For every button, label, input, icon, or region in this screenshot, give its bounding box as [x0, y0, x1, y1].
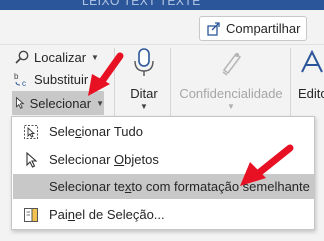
find-label: Localizar: [34, 49, 87, 65]
cursor-icon: [26, 151, 38, 168]
chevron-down-icon: ▼: [227, 102, 235, 111]
chevron-down-icon: ▼: [91, 52, 99, 62]
share-button[interactable]: Compartilhar: [199, 16, 307, 41]
replace-icon: b c: [14, 72, 26, 87]
select-button[interactable]: Selecionar ▼: [12, 91, 104, 115]
menu-item-select-objects[interactable]: Selecionar Objetos: [13, 147, 314, 172]
select-dropdown-menu: Selecionar Tudo Selecionar Objetos Selec…: [11, 116, 315, 230]
microphone-icon: [134, 48, 154, 76]
menu-item-label: Painel de Seleção...: [49, 207, 165, 222]
select-label: Selecionar: [29, 95, 92, 111]
svg-text:b: b: [14, 72, 19, 81]
sensitivity-label: Confidencialidade: [179, 86, 283, 101]
sensitivity-button[interactable]: Confidencialidade ▼: [178, 48, 284, 111]
menu-item-label: Selecionar Objetos: [49, 152, 159, 167]
select-all-icon: [24, 124, 38, 139]
group-divider: [170, 48, 171, 118]
group-divider: [290, 48, 291, 118]
find-button[interactable]: Localizar ▼: [14, 49, 99, 65]
cursor-icon: [16, 96, 25, 109]
menu-item-select-all[interactable]: Selecionar Tudo: [13, 119, 314, 144]
menu-item-label: Selecionar texto com formatação semelhan…: [49, 179, 310, 194]
share-icon: [207, 21, 220, 36]
sensitivity-icon: [222, 52, 242, 76]
editor-label: Edito: [298, 86, 324, 101]
share-button-label: Compartilhar: [226, 21, 301, 36]
menu-item-label: Selecionar Tudo: [49, 124, 143, 139]
editor-icon: [301, 49, 323, 73]
title-bar: LEIXO TEXT TEXTE: [0, 0, 324, 10]
editor-button[interactable]: Edito: [298, 48, 324, 101]
dictate-button[interactable]: Ditar ▼: [124, 48, 164, 111]
replace-button[interactable]: b c Substituir: [14, 71, 89, 88]
search-icon: [15, 50, 29, 64]
selection-pane-icon: [24, 207, 38, 222]
svg-text:c: c: [22, 79, 26, 87]
menu-item-selection-pane[interactable]: Painel de Seleção...: [13, 202, 314, 227]
ribbon-top-divider: [0, 44, 324, 45]
group-divider: [114, 48, 115, 118]
document-title: LEIXO TEXT TEXTE: [82, 0, 201, 8]
replace-label: Substituir: [34, 71, 89, 87]
dictate-label: Ditar: [130, 86, 158, 101]
menu-item-select-similar-formatting[interactable]: Selecionar texto com formatação semelhan…: [13, 174, 314, 199]
chevron-down-icon: ▼: [96, 98, 104, 108]
chevron-down-icon: ▼: [140, 102, 148, 111]
